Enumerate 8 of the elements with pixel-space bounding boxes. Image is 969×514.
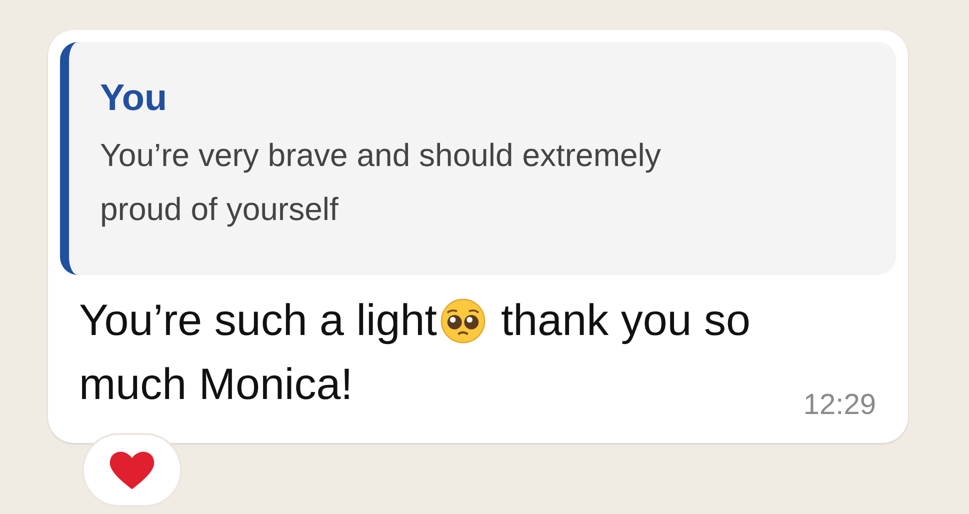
- quote-text: You’re very brave and should extremely proud of yourself: [100, 136, 662, 229]
- quote-author: You: [100, 76, 168, 120]
- message-text: You’re such a light: [79, 295, 437, 347]
- message-text: much Monica!: [79, 359, 353, 411]
- message-text: thank you so: [500, 295, 750, 347]
- quoted-message[interactable]: You You’re very brave and should extremely proud of yourself: [60, 42, 896, 275]
- message-time: 12:29: [803, 388, 876, 423]
- pleading-face-icon: [438, 297, 487, 345]
